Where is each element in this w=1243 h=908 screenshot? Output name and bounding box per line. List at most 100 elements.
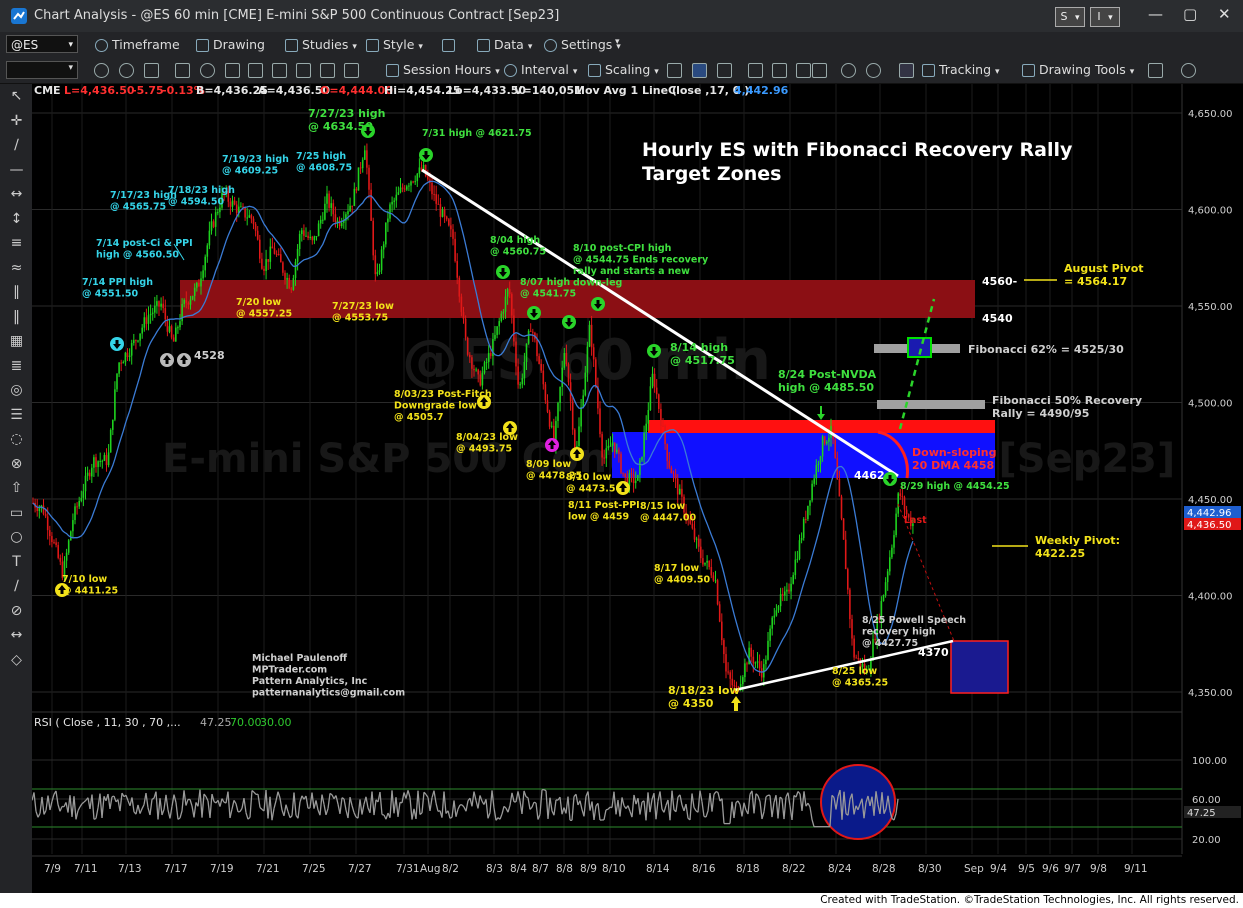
tracking-menu[interactable]: Tracking ▾ (922, 62, 1000, 77)
bar-style-icon-6[interactable] (796, 63, 811, 78)
drawing-tool-13[interactable]: ◎ (8, 382, 25, 399)
drawing-tool-16[interactable]: ⊗ (8, 456, 25, 473)
drawing-tool-3[interactable]: ∕ (8, 137, 25, 154)
drawing-tool-12[interactable]: ≣ (8, 358, 25, 375)
candle-body (340, 222, 343, 227)
candle-body (462, 312, 465, 319)
drawing-tool-9[interactable]: ∥ (8, 284, 25, 301)
drawing-tool-6[interactable]: ↕ (8, 211, 25, 228)
drawing-tool-15[interactable]: ◌ (8, 431, 25, 448)
bar-style-icon-7[interactable] (812, 63, 827, 78)
candle-body (427, 176, 429, 180)
zoom-out-icon[interactable] (866, 63, 881, 78)
candle-body (391, 201, 393, 205)
drawing-tool-14[interactable]: ☰ (8, 407, 25, 424)
workspace-select[interactable]: ▾ (6, 61, 78, 79)
grid-icon[interactable] (899, 63, 914, 78)
candle-body (578, 426, 580, 446)
data-menu[interactable]: Data ▾ (477, 37, 532, 52)
tool-icon-4[interactable] (175, 63, 190, 78)
bar-style-icon-3[interactable] (717, 63, 732, 78)
candle-body (498, 321, 500, 327)
candle-body (672, 473, 675, 475)
interval-menu[interactable]: Interval ▾ (504, 62, 577, 77)
drawing-tool-18[interactable]: ▭ (8, 505, 25, 522)
drawing-tool-10[interactable]: ‖ (8, 309, 25, 326)
tool-icon-5[interactable] (200, 63, 215, 78)
tool-icon-3[interactable] (144, 63, 159, 78)
tool-icon-10[interactable] (320, 63, 335, 78)
annotation-l0803: Downgrade low (394, 401, 477, 412)
style-menu[interactable]: Style ▾ (366, 37, 423, 52)
drawing-tool-20[interactable]: T (8, 554, 25, 571)
drawing-tool-1[interactable]: ↖ (8, 88, 25, 105)
drawing-tool-11[interactable]: ▦ (8, 333, 25, 350)
i-button[interactable]: I ▾ (1090, 7, 1120, 27)
date-axis-label: 8/28 (872, 863, 896, 875)
main-toolbar: @ES ▾ Timeframe Drawing Studies ▾ Style ▾ D… (0, 32, 1243, 58)
drawing-tool-7[interactable]: ≡ (8, 235, 25, 252)
candle-body (538, 356, 540, 364)
drawing-tool-17[interactable]: ⇧ (8, 480, 25, 497)
price-chart[interactable]: @ES 60 min E-mini S&P 500 Continuous Con… (32, 84, 1243, 893)
settings-menu[interactable]: Settings ▾ (544, 37, 621, 52)
drawing-tool-5[interactable]: ↔ (8, 186, 25, 203)
annotation-h0804: @ 4560.75 (490, 247, 546, 258)
export-icon[interactable] (1148, 63, 1163, 78)
scaling-icon (588, 64, 601, 77)
date-axis-label: 8/10 (602, 863, 626, 875)
tool-icon-9[interactable] (296, 63, 311, 78)
drawing-tool-22[interactable]: ⊘ (8, 603, 25, 620)
drawing-tools-menu[interactable]: Drawing Tools ▾ (1022, 62, 1134, 77)
candle-body (706, 560, 708, 563)
tool-icon-8[interactable] (272, 63, 287, 78)
annotation-l0803: 8/03/23 Post-Fitch (394, 389, 492, 400)
more-menu[interactable]: ▾ (615, 37, 620, 47)
bar-style-icon-1[interactable] (667, 63, 682, 78)
candle-body (261, 258, 263, 269)
s-button[interactable]: S ▾ (1055, 7, 1085, 27)
tool-icon-1[interactable] (94, 63, 109, 78)
bar-style-icon-2[interactable] (692, 63, 707, 78)
tool-icon-2[interactable] (119, 63, 134, 78)
minimize-button[interactable]: — (1148, 5, 1163, 23)
tool-icon-6[interactable] (225, 63, 240, 78)
annotation-h0810: down-leg (573, 278, 622, 289)
rsi-line (605, 808, 609, 811)
drawing-menu[interactable]: Drawing (196, 37, 265, 52)
date-axis-label: 8/24 (828, 863, 852, 875)
drawing-tool-4[interactable]: — (8, 162, 25, 179)
zoom-in-icon[interactable] (841, 63, 856, 78)
bar-style-icon-4[interactable] (748, 63, 763, 78)
studies-menu[interactable]: Studies ▾ (285, 37, 357, 52)
drawing-tool-21[interactable]: ∕ (8, 578, 25, 595)
candle-body (280, 254, 282, 263)
tool-icon-11[interactable] (344, 63, 359, 78)
maximize-button[interactable]: ▢ (1183, 5, 1197, 23)
layout-icon[interactable] (442, 37, 459, 52)
scaling-menu[interactable]: Scaling ▾ (588, 62, 659, 77)
candle-body (559, 386, 561, 403)
candle-body (112, 419, 114, 430)
symbol-input[interactable]: @ES ▾ (6, 35, 78, 53)
close-button[interactable]: ✕ (1218, 5, 1231, 23)
candle-body (849, 589, 851, 620)
candle-body (200, 278, 202, 287)
drawing-tool-24[interactable]: ◇ (8, 652, 25, 669)
drawing-tool-19[interactable]: ○ (8, 529, 25, 546)
candle-body (616, 449, 618, 453)
tool-icon-7[interactable] (248, 63, 263, 78)
timeframe-menu[interactable]: Timeframe (95, 37, 180, 52)
drawing-tool-2[interactable]: ✛ (8, 113, 25, 130)
bar-style-icon-5[interactable] (772, 63, 787, 78)
candle-body (826, 441, 828, 444)
chat-icon[interactable] (1181, 63, 1196, 78)
candle-body (584, 372, 587, 396)
drawing-tool-8[interactable]: ≈ (8, 260, 25, 277)
candle-body (168, 326, 171, 332)
rsi-line (93, 817, 97, 820)
session-hours-menu[interactable]: Session Hours ▾ (386, 62, 500, 77)
drawing-tool-23[interactable]: ↔ (8, 627, 25, 644)
annotation-dma: Down-sloping (912, 446, 996, 459)
candle-body (844, 539, 847, 570)
